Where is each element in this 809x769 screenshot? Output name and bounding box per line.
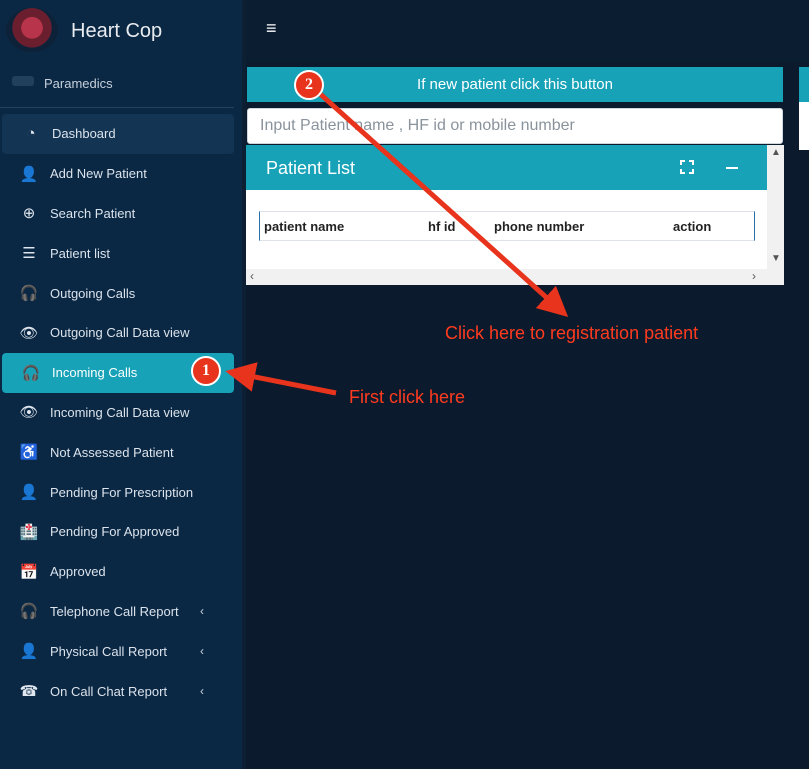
step-2-badge: 2 xyxy=(294,70,324,100)
arrow-to-new-patient xyxy=(316,90,569,318)
annotation-arrows xyxy=(225,90,569,396)
step-1-badge: 1 xyxy=(191,356,221,386)
arrow-to-incoming-calls xyxy=(225,362,337,396)
step-1-instruction: First click here xyxy=(349,387,466,407)
step-2-instruction: Click here to registration patient xyxy=(445,323,699,343)
